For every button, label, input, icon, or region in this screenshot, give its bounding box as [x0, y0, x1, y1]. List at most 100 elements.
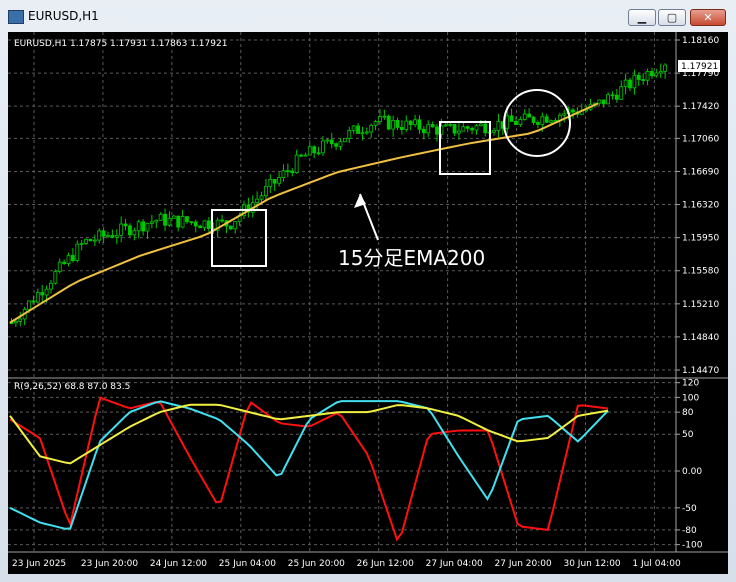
candles	[9, 63, 668, 327]
indicator-tick-label: 50	[682, 430, 694, 440]
candle-body	[443, 124, 448, 127]
indicator-tick-label: -80	[682, 526, 697, 536]
candle-body	[132, 230, 137, 236]
osc-line-cyan	[9, 400, 609, 530]
chart-area[interactable]: 15分足EMA200 EURUSD,H1 1.17875 1.17931 1.1…	[8, 32, 728, 574]
candle-body	[351, 125, 356, 131]
candle-body	[540, 116, 545, 125]
candle-body	[13, 321, 18, 324]
candle-body	[66, 255, 71, 264]
candle-body	[264, 185, 268, 197]
candle-body	[167, 217, 172, 226]
indicator-header: R(9,26,52) 68.8 87.0 83.5	[14, 382, 130, 392]
candle-body	[518, 119, 523, 125]
time-tick-label: 26 Jun 12:00	[357, 559, 414, 569]
time-axis: 23 Jun 2025 23 Jun 20:00 24 Jun 12:00 25 Ju…	[12, 559, 681, 569]
time-tick-label: 30 Jun 12:00	[563, 559, 620, 569]
candle-body	[171, 215, 176, 219]
candle-body	[347, 130, 352, 139]
time-tick-label: 23 Jun 20:00	[81, 559, 138, 569]
time-tick-label: 25 Jun 04:00	[219, 559, 276, 569]
candle-body	[457, 130, 461, 134]
candle-body	[285, 170, 290, 173]
candle-body	[189, 221, 194, 224]
price-tick-label: 1.17060	[682, 134, 719, 144]
maximize-button[interactable]: ▢	[658, 9, 686, 26]
candle-body	[628, 79, 632, 89]
price-tick-label: 1.15580	[682, 267, 719, 277]
price-tick-label: 1.16690	[682, 167, 719, 177]
candle-body	[356, 125, 360, 134]
candle-body	[62, 261, 67, 264]
title-bar[interactable]: EURUSD,H1 ▁ ▢ ✕	[0, 0, 736, 32]
price-tick-label: 1.16320	[682, 201, 719, 211]
candle-body	[220, 219, 224, 222]
window-title: EURUSD,H1	[28, 9, 99, 23]
candle-body	[18, 318, 23, 322]
candle-body	[369, 124, 374, 133]
candle-body	[522, 113, 527, 120]
candle-body	[272, 179, 277, 184]
chart-window-icon	[8, 10, 24, 24]
candle-body	[531, 116, 536, 123]
candle-body	[562, 113, 567, 116]
candle-body	[233, 221, 238, 230]
candle-body	[128, 225, 132, 236]
candle-body	[650, 71, 654, 77]
candle-body	[452, 124, 457, 134]
candle-body	[426, 124, 431, 134]
candle-body	[57, 261, 62, 272]
terminal-window: EURUSD,H1 ▁ ▢ ✕ 15分足EMA200 EURUSD,H1 1.1…	[0, 0, 736, 582]
candle-body	[435, 126, 439, 135]
current-price-label: 1.17921	[681, 62, 718, 72]
price-tick-label: 1.14840	[682, 333, 719, 343]
candle-body	[202, 220, 207, 229]
candle-body	[35, 292, 40, 303]
candle-body	[448, 124, 453, 126]
candle-body	[400, 127, 404, 131]
candle-body	[106, 235, 110, 237]
candle-body	[277, 177, 281, 184]
price-chart[interactable]: 15分足EMA200 EURUSD,H1 1.17875 1.17931 1.1…	[8, 32, 728, 574]
indicator-tick-label: 120	[682, 379, 699, 389]
candle-body	[206, 220, 211, 229]
candle-body	[141, 221, 146, 232]
ema-line	[9, 102, 599, 324]
candle-body	[259, 195, 264, 200]
time-tick-label: 27 Jun 20:00	[495, 559, 552, 569]
candle-body	[71, 255, 75, 261]
candle-body	[496, 121, 501, 131]
candle-body	[478, 123, 483, 127]
candle-body	[364, 131, 369, 134]
candle-body	[53, 271, 58, 284]
candle-body	[597, 99, 602, 104]
candle-body	[110, 235, 115, 238]
candle-body	[461, 126, 466, 132]
candle-body	[321, 140, 325, 154]
candle-body	[417, 119, 422, 130]
candle-body	[632, 74, 637, 89]
candle-body	[606, 94, 610, 105]
candle-body	[408, 120, 413, 126]
candle-body	[514, 120, 518, 125]
price-axis: 1.181601.177901.174201.170601.166901.163…	[676, 36, 719, 376]
price-tick-label: 1.15950	[682, 234, 719, 244]
candle-body	[509, 115, 514, 122]
candle-body	[474, 125, 479, 131]
candle-body	[136, 221, 141, 232]
candle-body	[268, 179, 273, 187]
indicator-tick-label: 0.00	[682, 467, 702, 477]
close-button[interactable]: ✕	[690, 9, 726, 26]
minimize-button[interactable]: ▁	[628, 9, 656, 26]
candle-body	[329, 139, 334, 145]
candle-body	[154, 219, 159, 223]
candle-body	[290, 170, 295, 173]
candle-body	[92, 239, 97, 242]
candle-body	[307, 146, 312, 156]
time-tick-label: 27 Jun 04:00	[426, 559, 483, 569]
candle-body	[193, 221, 198, 227]
candle-body	[654, 72, 659, 77]
candle-body	[378, 116, 382, 123]
candle-body	[149, 221, 154, 224]
candle-body	[75, 243, 80, 261]
